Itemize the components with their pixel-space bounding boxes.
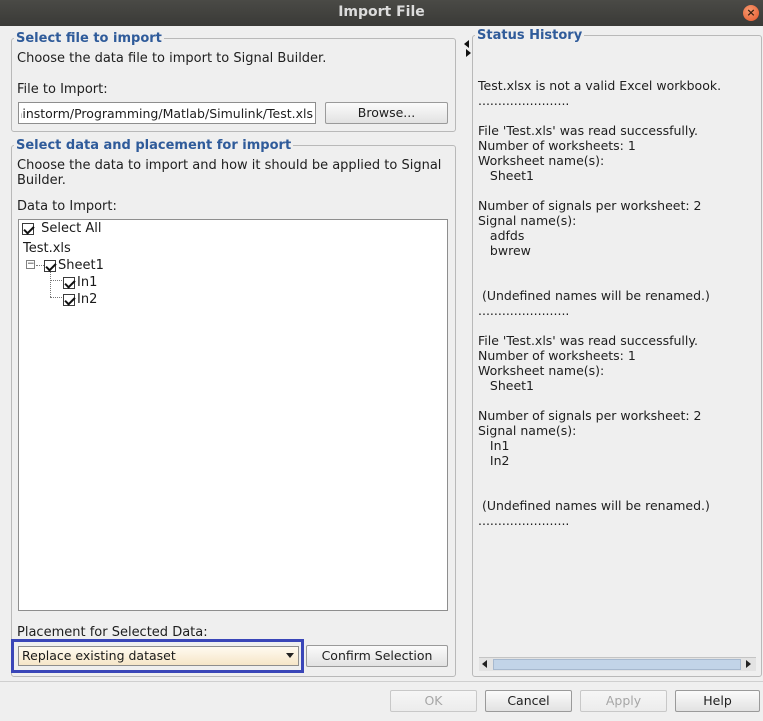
- placement-value: Replace existing dataset: [22, 648, 176, 663]
- dialog-content: Select file to import Choose the data fi…: [0, 26, 763, 721]
- collapse-icon[interactable]: −: [26, 260, 35, 269]
- signal-checkbox[interactable]: [63, 293, 75, 306]
- select-all-row[interactable]: Select All: [22, 221, 102, 236]
- status-history-text: Test.xlsx is not a valid Excel workbook.…: [478, 78, 722, 528]
- select-all-checkbox[interactable]: [22, 222, 34, 235]
- expand-right-icon[interactable]: [466, 49, 471, 57]
- data-description-line2: Builder.: [17, 173, 66, 188]
- sheet-checkbox[interactable]: [44, 259, 56, 272]
- title-bar: Import File ×: [0, 0, 763, 26]
- data-to-import-label: Data to Import:: [17, 199, 117, 214]
- placement-label: Placement for Selected Data:: [17, 625, 208, 640]
- sheet-label: Sheet1: [58, 258, 104, 273]
- window-title: Import File: [338, 4, 425, 20]
- scroll-right-icon[interactable]: [746, 660, 751, 668]
- placement-dropdown[interactable]: Replace existing dataset: [18, 646, 299, 666]
- horizontal-scrollbar[interactable]: [479, 657, 756, 671]
- confirm-selection-button[interactable]: Confirm Selection: [306, 645, 448, 667]
- button-bar: OK Cancel Apply Help: [0, 681, 763, 721]
- cancel-button[interactable]: Cancel: [485, 690, 572, 712]
- chevron-down-icon: [286, 653, 294, 658]
- file-path-field[interactable]: [18, 102, 316, 124]
- file-section-legend: Select file to import: [16, 31, 162, 46]
- file-to-import-label: File to Import:: [17, 82, 108, 97]
- tree-signal-node[interactable]: In2: [63, 292, 97, 307]
- ok-button[interactable]: OK: [390, 690, 477, 712]
- signal-checkbox[interactable]: [63, 276, 75, 289]
- data-section-legend: Select data and placement for import: [16, 138, 292, 153]
- collapse-left-icon[interactable]: [464, 40, 469, 48]
- scrollbar-thumb[interactable]: [493, 659, 741, 670]
- select-all-label: Select All: [41, 221, 102, 236]
- signal-label: In1: [77, 275, 98, 290]
- data-tree[interactable]: Select All Test.xls − Sheet1 In1 In2: [18, 219, 448, 611]
- tree-signal-node[interactable]: In1: [63, 275, 97, 290]
- close-icon[interactable]: ×: [743, 5, 759, 21]
- status-section-legend: Status History: [477, 28, 583, 43]
- data-description-line1: Choose the data to import and how it sho…: [17, 158, 442, 173]
- tree-sheet-node[interactable]: Sheet1: [44, 258, 104, 273]
- signal-label: In2: [77, 292, 98, 307]
- tree-connector: [50, 272, 51, 297]
- file-description: Choose the data file to import to Signal…: [17, 51, 327, 66]
- tree-connector: [50, 280, 62, 281]
- scroll-left-icon[interactable]: [482, 660, 487, 668]
- tree-file-node: Test.xls: [23, 241, 71, 256]
- tree-connector: [50, 297, 62, 298]
- browse-button[interactable]: Browse...: [325, 102, 448, 124]
- help-button[interactable]: Help: [675, 690, 760, 712]
- apply-button[interactable]: Apply: [580, 690, 667, 712]
